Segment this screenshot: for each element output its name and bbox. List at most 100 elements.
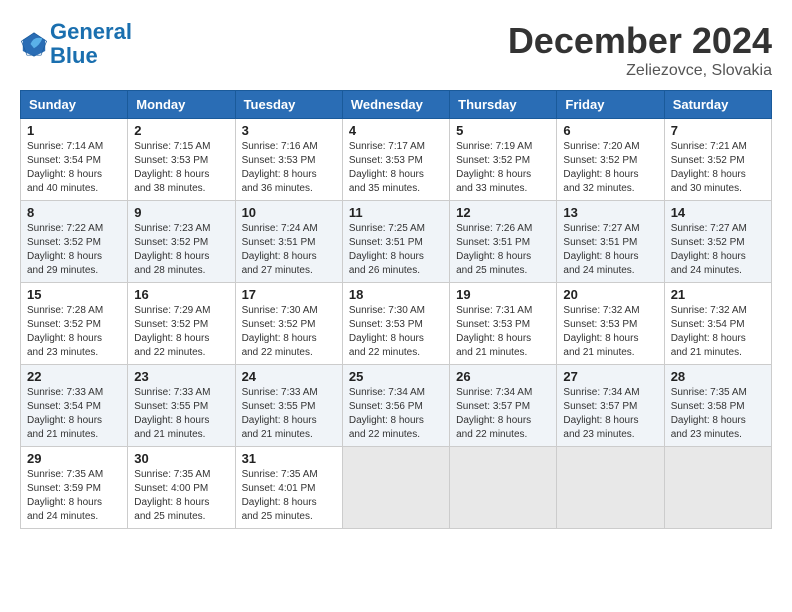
day-info: Sunrise: 7:15 AM Sunset: 3:53 PM Dayligh…	[134, 140, 228, 196]
day-number: 8	[27, 205, 121, 220]
calendar-cell: 27 Sunrise: 7:34 AM Sunset: 3:57 PM Dayli…	[557, 365, 664, 447]
calendar-cell: 21Sunrise: 7:32 AM Sunset: 3:54 PM Dayli…	[664, 283, 771, 365]
calendar-cell: 9 Sunrise: 7:23 AM Sunset: 3:52 PM Daylig…	[128, 201, 235, 283]
day-number: 13	[563, 205, 657, 220]
day-number: 1	[27, 123, 121, 138]
weekday-header: Saturday	[664, 91, 771, 119]
calendar-cell: 8 Sunrise: 7:22 AM Sunset: 3:52 PM Daylig…	[21, 201, 128, 283]
day-number: 14	[671, 205, 765, 220]
day-number: 16	[134, 287, 228, 302]
day-number: 22	[27, 369, 121, 384]
calendar-week-row: 22 Sunrise: 7:33 AM Sunset: 3:54 PM Dayli…	[21, 365, 772, 447]
calendar-cell: 30 Sunrise: 7:35 AM Sunset: 4:00 PM Dayli…	[128, 447, 235, 529]
page-header: General Blue December 2024 Zeliezovce, S…	[20, 20, 772, 80]
calendar-week-row: 8 Sunrise: 7:22 AM Sunset: 3:52 PM Daylig…	[21, 201, 772, 283]
calendar-cell	[557, 447, 664, 529]
day-info: Sunrise: 7:35 AM Sunset: 4:01 PM Dayligh…	[242, 468, 336, 524]
day-number: 27	[563, 369, 657, 384]
calendar-cell: 23Sunrise: 7:33 AM Sunset: 3:55 PM Dayli…	[128, 365, 235, 447]
day-info: Sunrise: 7:35 AM Sunset: 3:58 PM Dayligh…	[671, 386, 765, 442]
logo-text: General Blue	[50, 20, 132, 68]
weekday-header: Wednesday	[342, 91, 449, 119]
day-info: Sunrise: 7:31 AM Sunset: 3:53 PM Dayligh…	[456, 304, 550, 360]
location: Zeliezovce, Slovakia	[508, 62, 772, 80]
day-info: Sunrise: 7:26 AM Sunset: 3:51 PM Dayligh…	[456, 222, 550, 278]
weekday-header: Sunday	[21, 91, 128, 119]
calendar-cell: 1 Sunrise: 7:14 AM Sunset: 3:54 PM Daylig…	[21, 119, 128, 201]
day-info: Sunrise: 7:23 AM Sunset: 3:52 PM Dayligh…	[134, 222, 228, 278]
day-info: Sunrise: 7:30 AM Sunset: 3:53 PM Dayligh…	[349, 304, 443, 360]
day-number: 26	[456, 369, 550, 384]
day-info: Sunrise: 7:14 AM Sunset: 3:54 PM Dayligh…	[27, 140, 121, 196]
day-number: 5	[456, 123, 550, 138]
weekday-header: Friday	[557, 91, 664, 119]
calendar-cell: 13 Sunrise: 7:27 AM Sunset: 3:51 PM Dayli…	[557, 201, 664, 283]
calendar-cell: 19 Sunrise: 7:31 AM Sunset: 3:53 PM Dayli…	[450, 283, 557, 365]
day-number: 7	[671, 123, 765, 138]
day-number: 21	[671, 287, 765, 302]
day-info: Sunrise: 7:33 AM Sunset: 3:55 PM Dayligh…	[134, 386, 228, 442]
calendar-cell: 6Sunrise: 7:20 AM Sunset: 3:52 PM Daylig…	[557, 119, 664, 201]
calendar-cell: 22 Sunrise: 7:33 AM Sunset: 3:54 PM Dayli…	[21, 365, 128, 447]
day-info: Sunrise: 7:35 AM Sunset: 4:00 PM Dayligh…	[134, 468, 228, 524]
day-number: 3	[242, 123, 336, 138]
calendar-cell: 24 Sunrise: 7:33 AM Sunset: 3:55 PM Dayli…	[235, 365, 342, 447]
day-number: 18	[349, 287, 443, 302]
day-number: 15	[27, 287, 121, 302]
calendar-cell: 3 Sunrise: 7:16 AM Sunset: 3:53 PM Daylig…	[235, 119, 342, 201]
weekday-header: Tuesday	[235, 91, 342, 119]
day-number: 25	[349, 369, 443, 384]
day-info: Sunrise: 7:30 AM Sunset: 3:52 PM Dayligh…	[242, 304, 336, 360]
day-info: Sunrise: 7:24 AM Sunset: 3:51 PM Dayligh…	[242, 222, 336, 278]
calendar-cell	[342, 447, 449, 529]
weekday-header: Monday	[128, 91, 235, 119]
day-info: Sunrise: 7:17 AM Sunset: 3:53 PM Dayligh…	[349, 140, 443, 196]
day-info: Sunrise: 7:25 AM Sunset: 3:51 PM Dayligh…	[349, 222, 443, 278]
logo: General Blue	[20, 20, 132, 68]
calendar-week-row: 29Sunrise: 7:35 AM Sunset: 3:59 PM Dayli…	[21, 447, 772, 529]
month-title: December 2024	[508, 20, 772, 62]
calendar-cell: 20 Sunrise: 7:32 AM Sunset: 3:53 PM Dayli…	[557, 283, 664, 365]
calendar-cell: 10 Sunrise: 7:24 AM Sunset: 3:51 PM Dayli…	[235, 201, 342, 283]
day-info: Sunrise: 7:27 AM Sunset: 3:51 PM Dayligh…	[563, 222, 657, 278]
day-info: Sunrise: 7:32 AM Sunset: 3:53 PM Dayligh…	[563, 304, 657, 360]
calendar-cell: 2 Sunrise: 7:15 AM Sunset: 3:53 PM Daylig…	[128, 119, 235, 201]
day-info: Sunrise: 7:35 AM Sunset: 3:59 PM Dayligh…	[27, 468, 121, 524]
day-number: 4	[349, 123, 443, 138]
calendar-cell: 11 Sunrise: 7:25 AM Sunset: 3:51 PM Dayli…	[342, 201, 449, 283]
day-info: Sunrise: 7:16 AM Sunset: 3:53 PM Dayligh…	[242, 140, 336, 196]
calendar-cell: 7 Sunrise: 7:21 AM Sunset: 3:52 PM Daylig…	[664, 119, 771, 201]
day-number: 31	[242, 451, 336, 466]
day-number: 24	[242, 369, 336, 384]
day-number: 12	[456, 205, 550, 220]
calendar-cell: 18 Sunrise: 7:30 AM Sunset: 3:53 PM Dayli…	[342, 283, 449, 365]
day-info: Sunrise: 7:29 AM Sunset: 3:52 PM Dayligh…	[134, 304, 228, 360]
calendar-cell: 5 Sunrise: 7:19 AM Sunset: 3:52 PM Daylig…	[450, 119, 557, 201]
calendar-cell: 14 Sunrise: 7:27 AM Sunset: 3:52 PM Dayli…	[664, 201, 771, 283]
day-info: Sunrise: 7:28 AM Sunset: 3:52 PM Dayligh…	[27, 304, 121, 360]
calendar-cell	[664, 447, 771, 529]
day-number: 10	[242, 205, 336, 220]
day-info: Sunrise: 7:34 AM Sunset: 3:57 PM Dayligh…	[563, 386, 657, 442]
day-info: Sunrise: 7:33 AM Sunset: 3:54 PM Dayligh…	[27, 386, 121, 442]
day-info: Sunrise: 7:34 AM Sunset: 3:57 PM Dayligh…	[456, 386, 550, 442]
day-number: 28	[671, 369, 765, 384]
day-number: 30	[134, 451, 228, 466]
calendar-cell	[450, 447, 557, 529]
calendar-cell: 28 Sunrise: 7:35 AM Sunset: 3:58 PM Dayli…	[664, 365, 771, 447]
day-info: Sunrise: 7:19 AM Sunset: 3:52 PM Dayligh…	[456, 140, 550, 196]
day-info: Sunrise: 7:22 AM Sunset: 3:52 PM Dayligh…	[27, 222, 121, 278]
day-number: 19	[456, 287, 550, 302]
day-number: 2	[134, 123, 228, 138]
title-block: December 2024 Zeliezovce, Slovakia	[508, 20, 772, 80]
day-info: Sunrise: 7:27 AM Sunset: 3:52 PM Dayligh…	[671, 222, 765, 278]
day-number: 20	[563, 287, 657, 302]
day-number: 11	[349, 205, 443, 220]
day-info: Sunrise: 7:33 AM Sunset: 3:55 PM Dayligh…	[242, 386, 336, 442]
calendar-cell: 31 Sunrise: 7:35 AM Sunset: 4:01 PM Dayli…	[235, 447, 342, 529]
calendar-table: SundayMondayTuesdayWednesdayThursdayFrid…	[20, 90, 772, 529]
calendar-cell: 16 Sunrise: 7:29 AM Sunset: 3:52 PM Dayli…	[128, 283, 235, 365]
day-number: 9	[134, 205, 228, 220]
calendar-cell: 29Sunrise: 7:35 AM Sunset: 3:59 PM Dayli…	[21, 447, 128, 529]
day-info: Sunrise: 7:21 AM Sunset: 3:52 PM Dayligh…	[671, 140, 765, 196]
